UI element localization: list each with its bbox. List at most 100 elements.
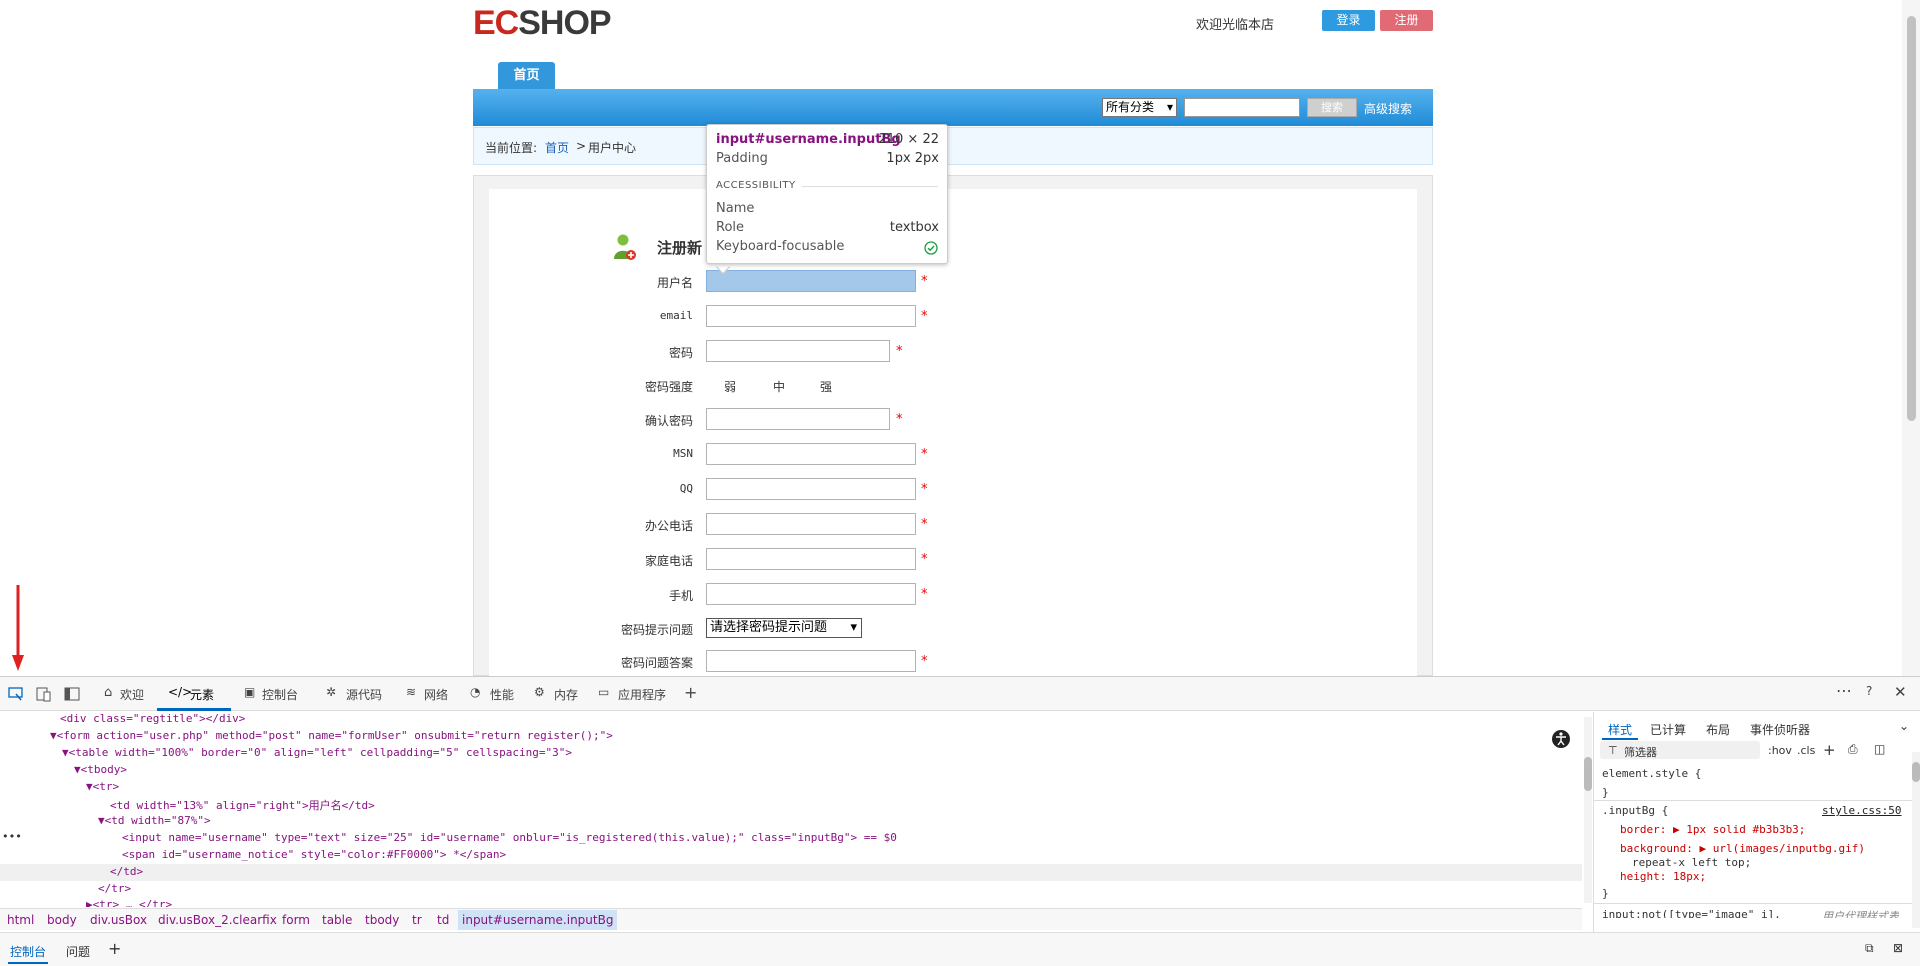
styles-tab-indicator — [1602, 738, 1638, 740]
drawer-tab-issues[interactable]: 问题 — [66, 943, 90, 960]
login-button[interactable]: 登录 — [1322, 10, 1375, 31]
dom-line[interactable]: </tr> — [98, 882, 131, 895]
add-drawer-tab-icon[interactable]: + — [108, 939, 121, 958]
dom-line[interactable]: ▼<tbody> — [74, 763, 127, 776]
accessibility-icon[interactable] — [1551, 729, 1571, 749]
search-input[interactable] — [1184, 98, 1300, 117]
tab-home[interactable]: 首页 — [498, 62, 555, 89]
tab-network[interactable]: 网络 — [424, 686, 448, 703]
dom-tree: <div class="regtitle"></div> ▼<form acti… — [0, 712, 1582, 907]
node-options-icon[interactable]: ••• — [2, 830, 22, 843]
paint-icon[interactable]: ⎙ — [1848, 742, 1858, 757]
close-icon[interactable]: ✕ — [1894, 683, 1907, 701]
crumb-table[interactable]: table — [322, 913, 352, 927]
crumb-input-active[interactable]: input#username.inputBg — [458, 910, 618, 930]
drawer-bar: 控制台 问题 + ⧉ ⊠ — [0, 932, 1920, 966]
tab-application[interactable]: 应用程序 — [618, 686, 666, 703]
rule-source-link[interactable]: style.css:50 — [1822, 804, 1901, 817]
crumb-form[interactable]: form — [282, 913, 310, 927]
breadcrumb-label: 当前位置: — [485, 141, 538, 155]
strength-strong: 强 — [820, 380, 833, 394]
filter-placeholder: 筛选器 — [1624, 746, 1657, 759]
crumb-tbody[interactable]: tbody — [365, 913, 399, 927]
more-options-icon[interactable]: ⋯ — [1836, 681, 1852, 700]
category-select[interactable]: 所有分类 — [1102, 98, 1177, 117]
rule-selector-input-not[interactable]: input:not([type="image" i], — [1602, 908, 1781, 918]
sidebar-toggle-icon[interactable]: ◫ — [1874, 742, 1885, 756]
welcome-text: 欢迎光临本店 — [1196, 18, 1275, 33]
tooltip-padding-value: 1px 2px — [886, 151, 939, 166]
required-mark: * — [921, 517, 928, 532]
rule-close: } — [1602, 786, 1609, 799]
tab-welcome[interactable]: 欢迎 — [120, 686, 144, 703]
dom-scrollbar[interactable] — [1584, 717, 1592, 903]
help-icon[interactable]: ? — [1866, 684, 1872, 698]
crumb-td[interactable]: td — [437, 913, 449, 927]
page-scrollbar-thumb[interactable] — [1907, 16, 1916, 421]
dom-scrollbar-thumb[interactable] — [1584, 757, 1592, 791]
dom-line[interactable]: </td> — [110, 865, 143, 878]
advanced-search-link[interactable]: 高级搜索 — [1364, 100, 1412, 117]
password-input[interactable] — [706, 340, 890, 362]
dom-line[interactable]: ▶<tr> … </tr> — [86, 898, 172, 907]
styles-scrollbar[interactable] — [1912, 752, 1920, 928]
tab-sources[interactable]: 源代码 — [346, 686, 382, 703]
dom-line[interactable]: ▼<form action="user.php" method="post" n… — [50, 729, 613, 742]
prop-border[interactable]: border: ▶ 1px solid #b3b3b3; — [1620, 823, 1805, 836]
crumb-usbox[interactable]: div.usBox — [90, 913, 147, 927]
event-listeners-tab[interactable]: 事件侦听器 — [1750, 721, 1810, 738]
strength-weak: 弱 — [724, 380, 737, 394]
close-drawer-icon[interactable]: ⊠ — [1893, 941, 1903, 955]
chevron-down-icon[interactable]: ⌄ — [1899, 719, 1909, 733]
dock-drawer-icon[interactable]: ⧉ — [1865, 941, 1874, 956]
prop-height[interactable]: height: 18px; — [1620, 870, 1706, 883]
tab-elements[interactable]: 元素 — [190, 686, 214, 703]
password-question-select[interactable]: 请选择密码提示问题 — [706, 618, 862, 638]
password-answer-input[interactable] — [706, 650, 916, 672]
search-button[interactable]: 搜索 — [1307, 98, 1357, 117]
dom-line[interactable]: <td width="13%" align="right">用户名</td> — [110, 797, 375, 813]
email-input[interactable] — [706, 305, 916, 327]
prop-background[interactable]: background: ▶ url(images/inputbg.gif) — [1620, 842, 1865, 855]
crumb-tr[interactable]: tr — [412, 913, 422, 927]
drawer-tab-console[interactable]: 控制台 — [10, 943, 46, 960]
qq-input[interactable] — [706, 478, 916, 500]
label-qq: QQ — [679, 482, 693, 495]
dock-side-icon[interactable] — [64, 686, 80, 702]
dom-line[interactable]: ▼<tr> — [86, 780, 119, 793]
rule-selector-inputbg[interactable]: .inputBg { — [1602, 804, 1668, 817]
dom-line-selected[interactable]: <input name="username" type="text" size=… — [122, 831, 897, 844]
styles-scrollbar-thumb[interactable] — [1912, 762, 1920, 782]
tab-memory[interactable]: 内存 — [554, 686, 578, 703]
dom-line[interactable]: <div class="regtitle"></div> — [60, 712, 245, 725]
add-tab-icon[interactable]: + — [684, 683, 697, 702]
tab-performance[interactable]: 性能 — [490, 686, 514, 703]
crumb-html[interactable]: html — [7, 913, 34, 927]
dom-line[interactable]: ▼<td width="87%"> — [98, 814, 211, 827]
home-phone-input[interactable] — [706, 548, 916, 570]
inspect-element-icon[interactable] — [8, 687, 24, 701]
breadcrumb-home-link[interactable]: 首页 — [545, 139, 569, 156]
username-input[interactable] — [706, 270, 916, 292]
register-button[interactable]: 注册 — [1380, 10, 1433, 31]
layout-tab[interactable]: 布局 — [1706, 721, 1730, 738]
dom-line[interactable]: ▼<table width="100%" border="0" align="l… — [62, 746, 572, 759]
office-phone-input[interactable] — [706, 513, 916, 535]
msn-input[interactable] — [706, 443, 916, 465]
styles-tab[interactable]: 样式 — [1608, 721, 1632, 738]
drawer-active-indicator — [8, 962, 48, 964]
confirm-password-input[interactable] — [706, 408, 890, 430]
crumb-body[interactable]: body — [47, 913, 77, 927]
label-password-answer: 密码问题答案 — [620, 656, 693, 670]
crumb-usbox2[interactable]: div.usBox_2.clearfix — [158, 913, 277, 927]
device-emulation-icon[interactable] — [36, 686, 52, 702]
cls-toggle[interactable]: .cls — [1797, 744, 1815, 757]
tab-console[interactable]: 控制台 — [262, 686, 298, 703]
hov-toggle[interactable]: :hov — [1768, 744, 1792, 757]
ecshop-logo[interactable]: ECSHOP — [473, 4, 612, 43]
mobile-input[interactable] — [706, 583, 916, 605]
rule-element-style[interactable]: element.style { — [1602, 767, 1701, 780]
computed-tab[interactable]: 已计算 — [1650, 721, 1686, 738]
dom-line[interactable]: <span id="username_notice" style="color:… — [122, 848, 506, 861]
new-rule-icon[interactable]: + — [1823, 741, 1836, 759]
